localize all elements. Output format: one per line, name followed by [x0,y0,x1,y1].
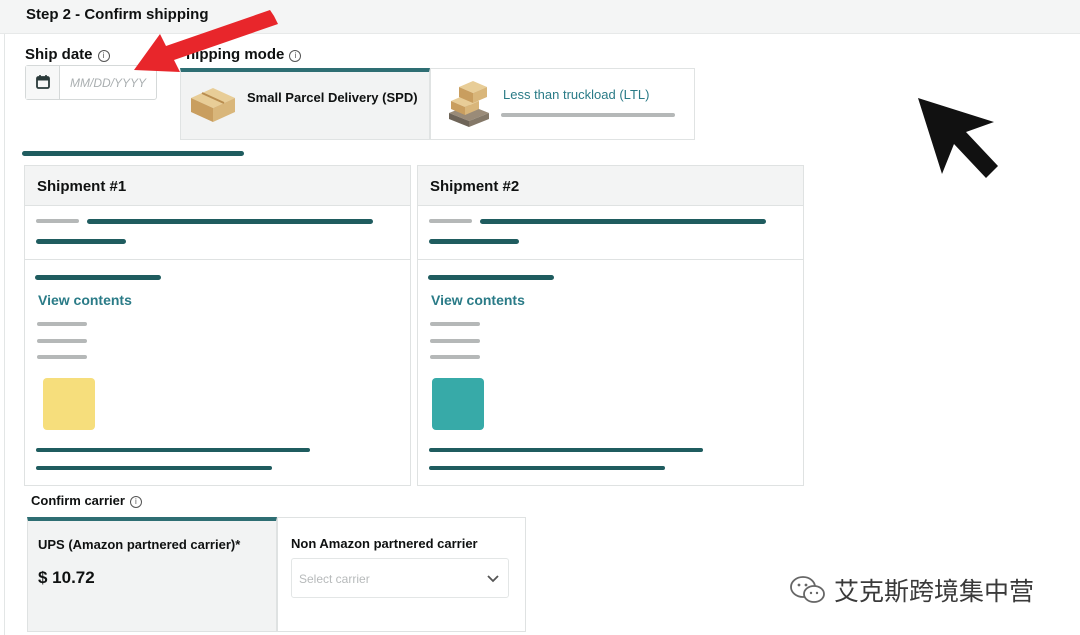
shipment-card-1: Shipment #1 View contents [24,165,411,486]
shipment-card-2: Shipment #2 View contents [417,165,804,486]
calendar-button[interactable] [26,66,60,99]
calendar-icon [36,75,50,89]
placeholder-bar [36,466,272,470]
carrier-ups-label: UPS (Amazon partnered carrier)* [38,537,241,552]
color-swatch [432,378,484,430]
divider [25,259,410,260]
chevron-down-icon [487,575,499,583]
placeholder-bar [36,448,310,452]
pallet-icon [449,81,489,127]
select-carrier-dropdown[interactable]: Select carrier [291,558,509,598]
placeholder-bar [430,339,480,343]
placeholder-bar [480,219,766,224]
shipment-title: Shipment #1 [37,178,127,195]
placeholder-bar [430,322,480,326]
watermark-text: 艾克斯跨境集中营 [834,577,1035,606]
confirm-carrier-label: Confirm carrier i [31,493,142,508]
shipment-title: Shipment #2 [430,178,520,195]
shipping-mode-ltl[interactable]: Less than truckload (LTL) [430,68,695,140]
placeholder-bar [87,219,373,224]
carrier-ups-price: $ 10.72 [38,568,95,587]
view-contents-link[interactable]: View contents [38,292,132,308]
info-icon[interactable]: i [289,50,302,62]
box-icon [191,88,235,122]
placeholder-bar [429,239,519,244]
ship-date-label: Ship date i [25,46,110,63]
placeholder-bar [429,219,472,223]
placeholder-bar [428,275,554,280]
placeholder-bar [429,466,665,470]
view-contents-link[interactable]: View contents [431,292,525,308]
placeholder-bar [37,322,87,326]
select-carrier-placeholder: Select carrier [299,572,370,586]
cursor-icon [918,98,998,178]
shipping-mode-ltl-label: Less than truckload (LTL) [503,87,650,102]
placeholder-bar [37,339,87,343]
placeholder-bar [429,448,703,452]
carrier-option-ups[interactable]: UPS (Amazon partnered carrier)* $ 10.72 [27,517,277,632]
annotation-arrow [134,10,278,72]
placeholder-bar [22,151,244,156]
wechat-icon [790,576,825,603]
placeholder-bar [501,113,675,117]
placeholder-bar [430,355,480,359]
color-swatch [43,378,95,430]
divider [418,259,803,260]
carrier-non-amazon-label: Non Amazon partnered carrier [291,536,478,551]
placeholder-bar [36,239,126,244]
info-icon[interactable]: i [97,50,110,62]
placeholder-bar [36,219,79,223]
placeholder-bar [35,275,161,280]
info-icon[interactable]: i [129,496,142,508]
placeholder-bar [37,355,87,359]
shipping-mode-spd-label: Small Parcel Delivery (SPD) [247,90,418,105]
